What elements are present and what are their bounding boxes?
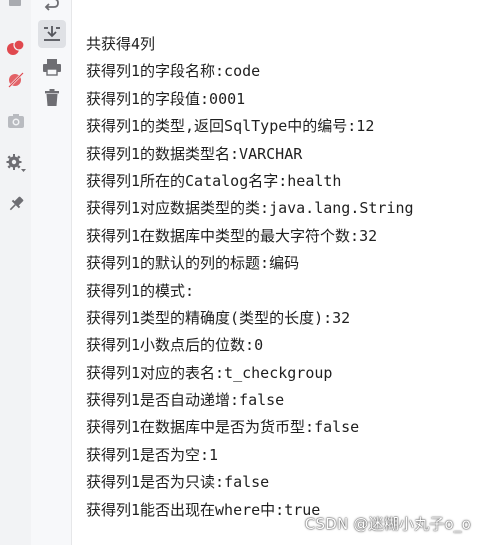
camera-icon[interactable] xyxy=(6,112,26,130)
console-line: 获得列1在数据库中类型的最大字符个数:32 xyxy=(86,226,378,245)
console-line: 获得列1对应数据类型的类:java.lang.String xyxy=(86,199,414,218)
trash-icon[interactable] xyxy=(42,88,62,108)
console-toolbar xyxy=(31,0,72,545)
console-line: 获得列1是否为空:1 xyxy=(86,445,219,464)
breakpoints-icon[interactable] xyxy=(6,38,26,58)
settings-icon[interactable] xyxy=(5,152,27,174)
mute-breakpoints-icon[interactable] xyxy=(6,70,26,90)
console-line: 获得列1的模式: xyxy=(86,281,195,300)
console-line: 获得列1对应的表名:t_checkgroup xyxy=(86,363,333,382)
console-output[interactable]: 共获得4列获得列1的字段名称:code 获得列1的字段值:0001 获得列1的类型,… xyxy=(86,31,485,524)
console-line: 获得列1类型的精确度(类型的长度):32 xyxy=(86,308,351,327)
console-line: 获得列1小数点后的位数:0 xyxy=(86,336,264,355)
print-icon[interactable] xyxy=(41,57,63,77)
console-line: 获得列1的默认的列的标题:编码 xyxy=(86,254,300,273)
console-line: 获得列1是否自动递增:false xyxy=(86,391,285,410)
console-line: 获得列1的类型,返回SqlType中的编号:12 xyxy=(86,117,375,136)
console-line: 获得列1在数据库中是否为货币型:false xyxy=(86,418,360,437)
console-line: 获得列1的字段值:0001 xyxy=(86,89,246,108)
left-toolbar xyxy=(0,0,32,545)
soft-wrap-icon[interactable] xyxy=(39,0,61,11)
console-line: 共获得4列 xyxy=(86,35,156,53)
scroll-to-end-icon[interactable] xyxy=(41,23,63,45)
console-line: 获得列1是否为只读:false xyxy=(86,473,270,492)
pin-icon[interactable] xyxy=(6,194,26,214)
console-line: 获得列1的数据类型名:VARCHAR xyxy=(86,144,303,163)
console-line: 获得列1所在的Catalog名字:health xyxy=(86,171,342,190)
watermark: CSDN @迷糊小丸子o_o xyxy=(304,515,471,533)
stop-icon[interactable] xyxy=(9,0,21,6)
console-line: 获得列1的字段名称:code xyxy=(86,62,261,81)
